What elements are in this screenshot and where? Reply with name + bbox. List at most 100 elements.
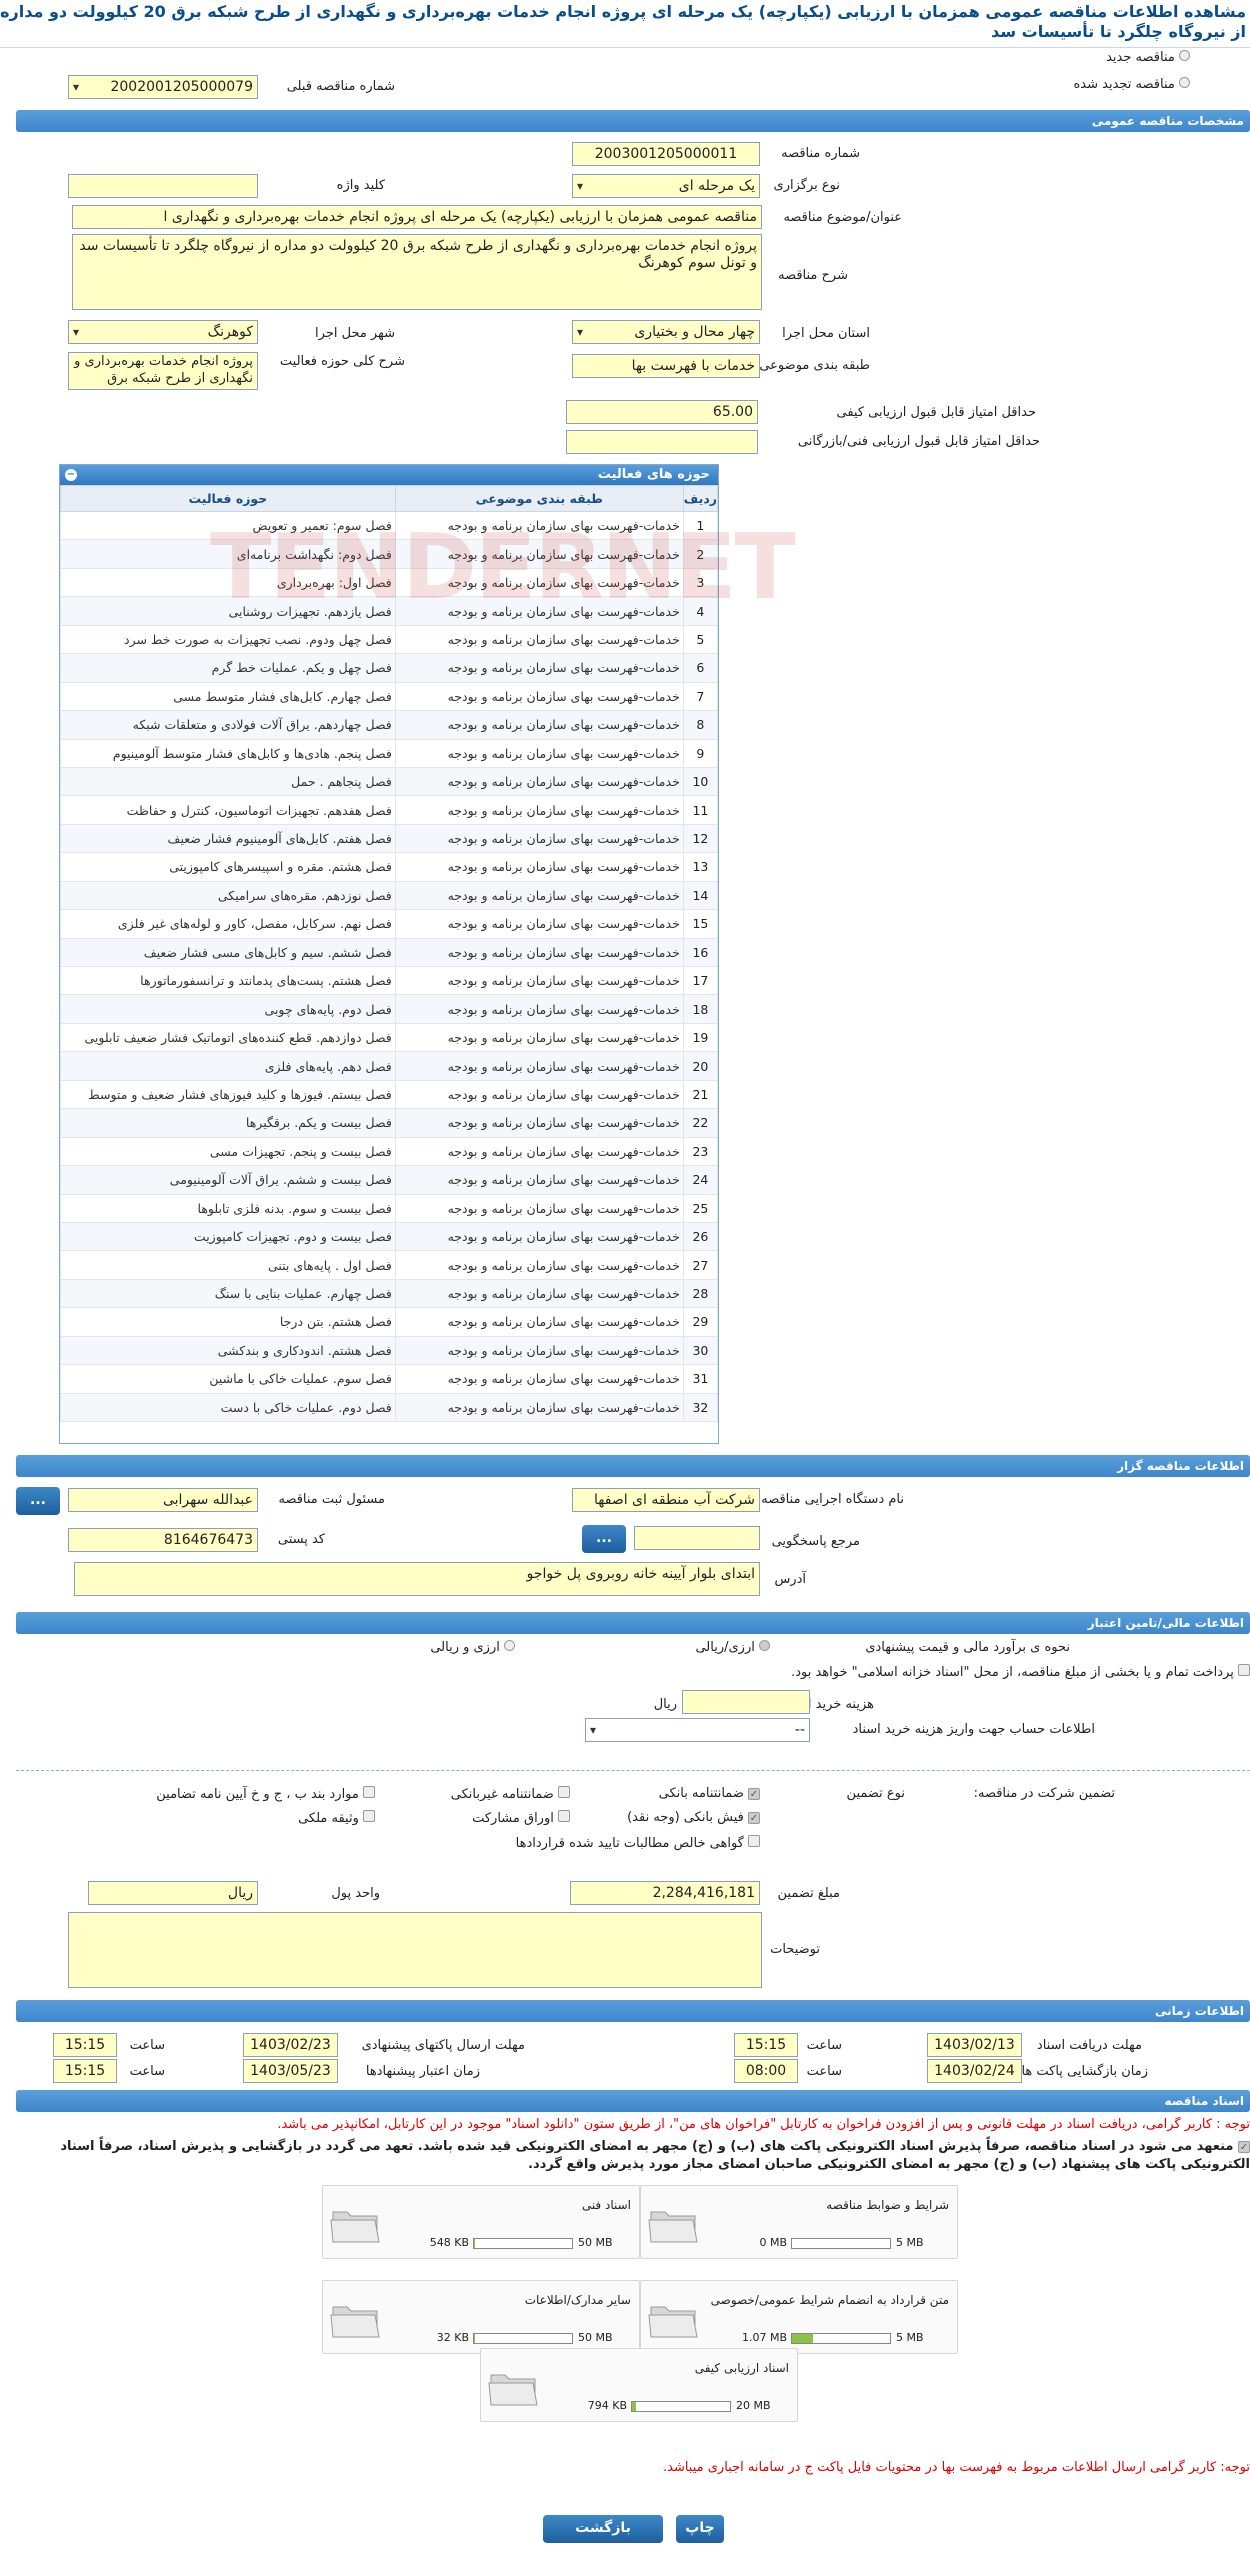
- open-time-field[interactable]: 08:00: [734, 2059, 798, 2083]
- ref-field[interactable]: [634, 1526, 760, 1550]
- file-box[interactable]: متن قرارداد به انضمام شرایط عمومی/خصوصی 1…: [640, 2280, 958, 2354]
- checkbox-icon[interactable]: [748, 1835, 760, 1847]
- table-row[interactable]: 27 خدمات-فهرست بهای سازمان برنامه و بودجه…: [60, 1250, 719, 1280]
- table-row[interactable]: 29 خدمات-فهرست بهای سازمان برنامه و بودجه…: [60, 1307, 719, 1337]
- table-row[interactable]: 7 خدمات-فهرست بهای سازمان برنامه و بودجه ف…: [60, 681, 719, 712]
- table-row[interactable]: 8 خدمات-فهرست بهای سازمان برنامه و بودجه ف…: [60, 710, 719, 740]
- file-usage-bar: [791, 2333, 891, 2344]
- radio-icon[interactable]: [504, 1640, 515, 1651]
- file-box[interactable]: شرایط و ضوابط مناقصه 0 MB 5 MB: [640, 2185, 958, 2259]
- table-row[interactable]: 9 خدمات-فهرست بهای سازمان برنامه و بودجه ف…: [60, 738, 719, 768]
- table-row[interactable]: 6 خدمات-فهرست بهای سازمان برنامه و بودجه ف…: [60, 653, 719, 683]
- category-field[interactable]: خدمات با فهرست بها: [572, 354, 760, 378]
- table-row[interactable]: 28 خدمات-فهرست بهای سازمان برنامه و بودجه…: [60, 1278, 719, 1309]
- checkbox-icon[interactable]: [363, 1786, 375, 1798]
- table-row[interactable]: 16 خدمات-فهرست بهای سازمان برنامه و بودجه…: [60, 937, 719, 968]
- table-row[interactable]: 20 خدمات-فهرست بهای سازمان برنامه و بودجه…: [60, 1051, 719, 1081]
- guarantee-type-label: نوع تضمین: [846, 1786, 905, 1801]
- open-date-field[interactable]: 1403/02/24: [927, 2059, 1022, 2083]
- row-number: 11: [682, 795, 719, 825]
- radio-new-tender[interactable]: مناقصه جدید: [1106, 50, 1190, 65]
- table-row[interactable]: 17 خدمات-فهرست بهای سازمان برنامه و بودجه…: [60, 965, 719, 996]
- city-select[interactable]: کوهرنگ: [68, 320, 258, 344]
- guarantee-property-check[interactable]: وثیقه ملکی: [298, 1810, 375, 1826]
- radio-icon[interactable]: [1179, 50, 1190, 61]
- doc-fee-field[interactable]: [682, 1690, 810, 1714]
- currency-field[interactable]: ریال: [88, 1881, 258, 1905]
- guarantee-rules-check[interactable]: موارد بند ب ، ج و خ آیین نامه تضامین: [156, 1786, 375, 1802]
- send-date-field[interactable]: 1403/02/23: [243, 2033, 338, 2057]
- type-select[interactable]: یک مرحله ای: [572, 174, 760, 198]
- account-select[interactable]: --: [585, 1718, 810, 1742]
- scope-field[interactable]: پروژه انجام خدمات بهره‌برداری و نگهداری …: [68, 352, 258, 390]
- table-row[interactable]: 32 خدمات-فهرست بهای سازمان برنامه و بودجه…: [60, 1392, 719, 1423]
- table-row[interactable]: 11 خدمات-فهرست بهای سازمان برنامه و بودجه…: [60, 795, 719, 825]
- table-row[interactable]: 24 خدمات-فهرست بهای سازمان برنامه و بودجه…: [60, 1165, 719, 1195]
- checkbox-icon[interactable]: [558, 1786, 570, 1798]
- table-row[interactable]: 23 خدمات-فهرست بهای سازمان برنامه و بودجه…: [60, 1136, 719, 1167]
- type-label: نوع برگزاری: [773, 178, 840, 193]
- resp-lookup-button[interactable]: ...: [16, 1487, 60, 1515]
- print-button[interactable]: چاپ: [676, 2515, 724, 2543]
- guarantee-cash-check[interactable]: فیش بانکی (وجه نقد): [627, 1810, 760, 1825]
- table-row[interactable]: 30 خدمات-فهرست بهای سازمان برنامه و بودجه…: [60, 1335, 719, 1366]
- checkbox-icon[interactable]: [748, 1788, 760, 1800]
- back-button[interactable]: بازگشت: [543, 2515, 663, 2543]
- file-box[interactable]: اسناد فنی 548 KB 50 MB: [322, 2185, 640, 2259]
- table-row[interactable]: 26 خدمات-فهرست بهای سازمان برنامه و بودجه…: [60, 1221, 719, 1252]
- addr-field[interactable]: ابتدای بلوار آیینه خانه روبروی پل خواجو: [74, 1562, 760, 1596]
- table-row[interactable]: 14 خدمات-فهرست بهای سازمان برنامه و بودجه…: [60, 880, 719, 911]
- ref-lookup-button[interactable]: ...: [582, 1525, 626, 1553]
- desc-field[interactable]: پروژه انجام خدمات بهره‌برداری و نگهداری …: [72, 234, 762, 310]
- radio-icon[interactable]: [759, 1640, 770, 1651]
- section-finance: اطلاعات مالی/تامین اعتبار: [16, 1612, 1250, 1634]
- radio-icon[interactable]: [1179, 77, 1190, 88]
- org-field[interactable]: شرکت آب منطقه ای اصفها: [572, 1488, 760, 1512]
- table-row[interactable]: 15 خدمات-فهرست بهای سازمان برنامه و بودجه…: [60, 909, 719, 939]
- radio-rial-and-fx[interactable]: ارزی و ریالی: [430, 1640, 515, 1655]
- radio-renewed-tender[interactable]: مناقصه تجدید شده: [1073, 77, 1190, 92]
- postal-field[interactable]: 8164676473: [68, 1528, 258, 1552]
- validity-label: زمان اعتبار پیشنهادها: [365, 2064, 480, 2079]
- table-row[interactable]: 25 خدمات-فهرست بهای سازمان برنامه و بودجه…: [60, 1193, 719, 1223]
- table-row[interactable]: 10 خدمات-فهرست بهای سازمان برنامه و بودجه…: [60, 766, 719, 797]
- guarantee-bank-check[interactable]: ضمانتنامه بانکی: [659, 1786, 760, 1801]
- checkbox-icon[interactable]: [558, 1810, 570, 1822]
- recv-date-field[interactable]: 1403/02/13: [927, 2033, 1022, 2057]
- guarantee-bonds-check[interactable]: اوراق مشارکت: [472, 1810, 570, 1826]
- notes-field[interactable]: [68, 1912, 762, 1988]
- table-row[interactable]: 21 خدمات-فهرست بهای سازمان برنامه و بودجه…: [60, 1079, 719, 1110]
- checkbox-icon[interactable]: [363, 1810, 375, 1822]
- table-row[interactable]: 31 خدمات-فهرست بهای سازمان برنامه و بودجه…: [60, 1364, 719, 1394]
- collapse-icon[interactable]: −: [65, 469, 77, 481]
- table-row[interactable]: 18 خدمات-فهرست بهای سازمان برنامه و بودجه…: [60, 994, 719, 1024]
- file-box[interactable]: اسناد ارزیابی کیفی 794 KB 20 MB: [480, 2348, 798, 2422]
- row-number: 21: [682, 1079, 719, 1110]
- valid-time-field[interactable]: 15:15: [53, 2059, 117, 2083]
- resp-field[interactable]: عبدالله سهرابی: [68, 1488, 258, 1512]
- valid-date-field[interactable]: 1403/05/23: [243, 2059, 338, 2083]
- prev-tender-no-select[interactable]: 2002001205000079: [68, 75, 258, 99]
- table-row[interactable]: 13 خدمات-فهرست بهای سازمان برنامه و بودجه…: [60, 852, 719, 882]
- table-row[interactable]: 22 خدمات-فهرست بهای سازمان برنامه و بودجه…: [60, 1108, 719, 1138]
- file-box[interactable]: سایر مدارک/اطلاعات 32 KB 50 MB: [322, 2280, 640, 2354]
- table-row[interactable]: 12 خدمات-فهرست بهای سازمان برنامه و بودجه…: [60, 823, 719, 854]
- send-time-field[interactable]: 15:15: [53, 2033, 117, 2057]
- checkbox-icon[interactable]: [748, 1812, 760, 1824]
- subject-field[interactable]: مناقصه عمومی همزمان با ارزیابی (یکپارچه)…: [72, 205, 762, 229]
- table-row[interactable]: 19 خدمات-فهرست بهای سازمان برنامه و بودجه…: [60, 1022, 719, 1053]
- checkbox-icon[interactable]: [1238, 1664, 1250, 1676]
- tender-no-field[interactable]: 2003001205000011: [572, 142, 760, 166]
- guarantee-claims-check[interactable]: گواهی خالص مطالبات تایید شده قراردادها: [516, 1835, 760, 1851]
- guarantee-nonbank-check[interactable]: ضمانتنامه غیربانکی: [451, 1786, 570, 1802]
- amount-field[interactable]: 2,284,416,181: [570, 1881, 760, 1905]
- min-quality-field[interactable]: 65.00: [566, 400, 758, 424]
- min-tech-field[interactable]: [566, 430, 758, 454]
- islamic-treasury-check[interactable]: پرداخت تمام و یا بخشی از مبلغ مناقصه، از…: [791, 1664, 1250, 1680]
- keyword-field[interactable]: [68, 174, 258, 198]
- recv-time-field[interactable]: 15:15: [734, 2033, 798, 2057]
- province-select[interactable]: چهار محال و بختیاری: [572, 320, 760, 344]
- radio-rial-fx[interactable]: ارزی/ریالی: [695, 1640, 770, 1655]
- table-row[interactable]: 5 خدمات-فهرست بهای سازمان برنامه و بودجه ف…: [60, 624, 719, 655]
- g6-label: وثیقه ملکی: [298, 1811, 359, 1826]
